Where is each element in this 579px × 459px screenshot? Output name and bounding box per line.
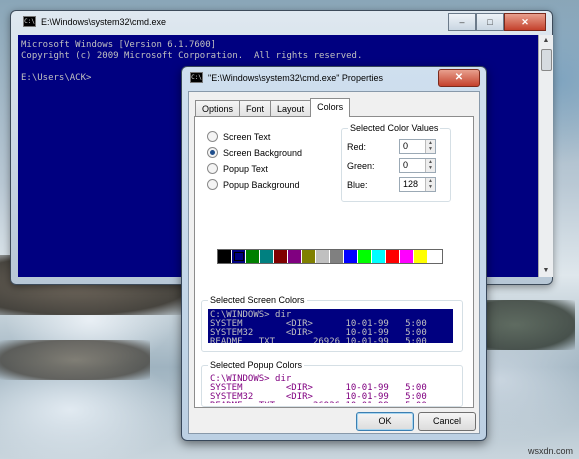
red-row: Red: 0 ▲ ▼ xyxy=(347,139,436,154)
group-label: Selected Color Values xyxy=(348,123,441,133)
spinner-arrows-icon[interactable]: ▲ ▼ xyxy=(425,178,435,191)
group-label: Selected Popup Colors xyxy=(208,360,305,370)
color-swatch[interactable] xyxy=(428,250,442,263)
radio-button-icon xyxy=(207,163,218,174)
color-swatch[interactable] xyxy=(302,250,316,263)
maximize-button[interactable]: □ xyxy=(476,13,504,31)
radio-label: Popup Background xyxy=(223,179,300,190)
preview-line: README TXT 26926 10-01-99 5:00 xyxy=(210,337,427,344)
scrollbar-thumb[interactable] xyxy=(541,49,552,71)
minimize-button[interactable]: – xyxy=(448,13,476,31)
color-swatch[interactable] xyxy=(414,250,428,263)
color-swatch[interactable] xyxy=(274,250,288,263)
tab-layout[interactable]: Layout xyxy=(270,100,312,117)
green-spinner[interactable]: 0 ▲ ▼ xyxy=(399,158,436,173)
group-label: Selected Screen Colors xyxy=(208,295,307,305)
blue-row: Blue: 128 ▲ ▼ xyxy=(347,177,436,192)
color-swatch[interactable] xyxy=(400,250,414,263)
color-swatch[interactable] xyxy=(260,250,274,263)
red-label: Red: xyxy=(347,141,367,152)
blue-spinner[interactable]: 128 ▲ ▼ xyxy=(399,177,436,192)
popup-colors-preview: C:\WINDOWS> dir SYSTEM <DIR> 10-01-99 5:0… xyxy=(208,373,453,403)
color-palette xyxy=(217,249,443,264)
color-swatch[interactable] xyxy=(218,250,232,263)
blue-label: Blue: xyxy=(347,179,368,190)
tab-colors[interactable]: Colors xyxy=(310,98,351,117)
color-swatch[interactable] xyxy=(358,250,372,263)
preview-line: README TXT 26926 10-01-99 5:00 xyxy=(210,402,453,404)
cmd-titlebar[interactable]: C:\ E:\Windows\system32\cmd.exe xyxy=(23,16,166,27)
color-swatch[interactable] xyxy=(386,250,400,263)
radio-button-icon xyxy=(207,179,218,190)
radio-screen-background[interactable]: Screen Background xyxy=(207,147,302,158)
background-rock xyxy=(0,340,150,380)
colors-tab-panel: Screen Text Screen Background Popup Text… xyxy=(194,116,474,408)
color-swatch[interactable] xyxy=(344,250,358,263)
tab-font[interactable]: Font xyxy=(239,100,272,117)
tab-strip: Options Font Layout Colors xyxy=(195,98,351,117)
red-spinner[interactable]: 0 ▲ ▼ xyxy=(399,139,436,154)
properties-dialog: C:\ "E:\Windows\system32\cmd.exe" Proper… xyxy=(181,66,487,441)
dialog-body: Options Font Layout Colors Screen Text S… xyxy=(188,91,480,434)
green-label: Green: xyxy=(347,160,375,171)
cmd-app-icon: C:\ xyxy=(23,16,36,27)
green-row: Green: 0 ▲ ▼ xyxy=(347,158,436,173)
selected-color-values-group: Selected Color Values Red: 0 ▲ ▼ Green: 0… xyxy=(341,123,451,202)
radio-label: Popup Text xyxy=(223,163,268,174)
green-value[interactable]: 0 xyxy=(400,159,425,172)
ok-button[interactable]: OK xyxy=(356,412,414,431)
radio-screen-text[interactable]: Screen Text xyxy=(207,131,270,142)
cmd-window-title: E:\Windows\system32\cmd.exe xyxy=(41,16,167,27)
radio-popup-background[interactable]: Popup Background xyxy=(207,179,300,190)
color-swatch[interactable] xyxy=(246,250,260,263)
close-button[interactable]: ✕ xyxy=(504,13,546,31)
color-swatch[interactable] xyxy=(316,250,330,263)
spinner-arrows-icon[interactable]: ▲ ▼ xyxy=(425,159,435,172)
blue-value[interactable]: 128 xyxy=(400,178,425,191)
tab-options[interactable]: Options xyxy=(195,100,241,117)
radio-label: Screen Text xyxy=(223,131,271,142)
cmd-app-icon: C:\ xyxy=(190,72,203,83)
radio-button-selected-icon xyxy=(207,147,218,158)
radio-label: Screen Background xyxy=(223,147,303,158)
color-swatch[interactable] xyxy=(372,250,386,263)
color-swatch[interactable] xyxy=(288,250,302,263)
cancel-button[interactable]: Cancel xyxy=(418,412,476,431)
console-line: Microsoft Windows [Version 6.1.7600] xyxy=(21,40,217,50)
spinner-arrows-icon[interactable]: ▲ ▼ xyxy=(425,140,435,153)
cmd-window-controls: – □ ✕ xyxy=(448,13,546,31)
radio-button-icon xyxy=(207,131,218,142)
red-value[interactable]: 0 xyxy=(400,140,425,153)
console-line: Copyright (c) 2009 Microsoft Corporation… xyxy=(21,51,363,61)
console-scrollbar[interactable]: ▲ ▼ xyxy=(538,35,553,277)
color-swatch[interactable] xyxy=(232,250,246,263)
radio-popup-text[interactable]: Popup Text xyxy=(207,163,268,174)
scroll-up-arrow-icon[interactable]: ▲ xyxy=(539,35,553,47)
watermark-text: wsxdn.com xyxy=(527,446,573,456)
dialog-close-button[interactable]: ✕ xyxy=(438,69,480,87)
screen-colors-preview: C:\WINDOWS> dir SYSTEM <DIR> 10-01-99 5:0… xyxy=(208,309,453,343)
dialog-title: "E:\Windows\system32\cmd.exe" Properties xyxy=(208,72,383,83)
color-swatch[interactable] xyxy=(330,250,344,263)
dialog-titlebar[interactable]: C:\ "E:\Windows\system32\cmd.exe" Proper… xyxy=(190,72,383,83)
scroll-down-arrow-icon[interactable]: ▼ xyxy=(539,265,553,277)
